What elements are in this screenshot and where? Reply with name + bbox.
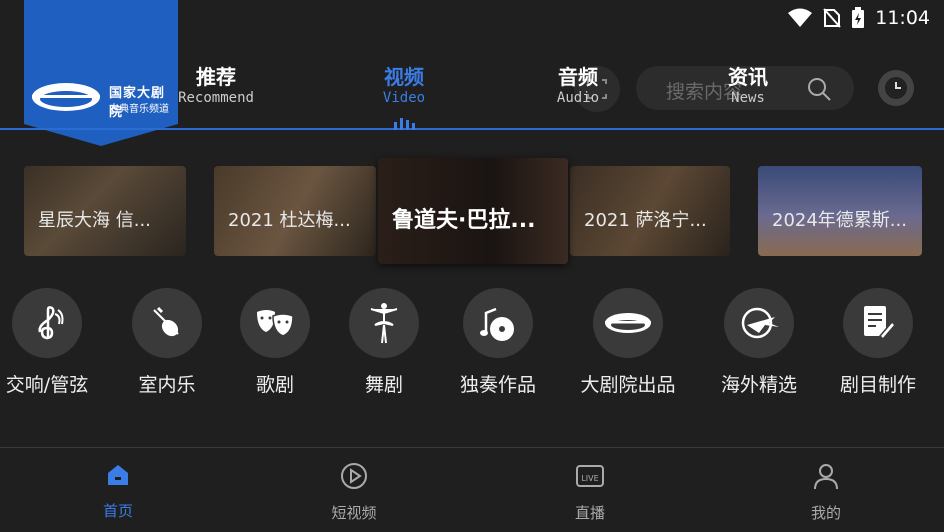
- tab-video[interactable]: 视频 Video: [368, 64, 440, 106]
- battery-charging-icon: [852, 7, 865, 28]
- treble-clef-icon: [38, 306, 64, 340]
- ballerina-icon: [370, 303, 398, 344]
- nav-short-video[interactable]: 短视频: [294, 462, 414, 523]
- tab-recommend-label: 推荐: [196, 65, 236, 89]
- tab-news-label: 资讯: [728, 65, 768, 89]
- banner-caption: 鲁道夫·巴拉...: [392, 208, 536, 233]
- tab-audio-label: 音频: [558, 65, 598, 89]
- nav-live-label: 直播: [574, 504, 605, 522]
- banner-caption: 2021 杜达梅...: [228, 210, 351, 231]
- banner-caption: 2024年德累斯...: [772, 210, 907, 231]
- banner-card[interactable]: 2021 萨洛宁...: [570, 166, 730, 256]
- banner-caption: 2021 萨洛宁...: [584, 210, 707, 231]
- tab-audio-sublabel: Audio: [556, 90, 600, 106]
- category-label: 大剧院出品: [580, 374, 676, 396]
- edit-document-icon: [864, 306, 896, 341]
- category-chamber[interactable]: 室内乐: [112, 288, 222, 397]
- theater-masks-icon: [257, 310, 294, 337]
- ncpa-logo-icon: [605, 313, 651, 333]
- wifi-icon: [788, 8, 813, 27]
- category-dance[interactable]: 舞剧: [329, 288, 439, 397]
- violin-icon: [153, 306, 179, 337]
- tab-recommend-sublabel: Recommend: [178, 90, 254, 106]
- category-ncpa-production[interactable]: 大剧院出品: [573, 288, 683, 397]
- play-circle-icon: [341, 463, 367, 489]
- solo-note-icon: [480, 307, 514, 341]
- category-overseas[interactable]: 海外精选: [704, 288, 814, 397]
- active-tab-indicator-icon: [394, 118, 415, 130]
- nav-live[interactable]: LIVE 直播: [530, 462, 650, 523]
- banner-card[interactable]: 2024年德累斯...: [758, 166, 922, 256]
- category-label: 海外精选: [720, 374, 797, 396]
- nav-short-video-label: 短视频: [331, 504, 377, 522]
- bottom-navigation: 首页 短视频 LIVE 直播 我的: [0, 447, 944, 532]
- tab-news-sublabel: News: [731, 90, 765, 106]
- banner-card[interactable]: 2021 杜达梅...: [214, 166, 376, 256]
- globe-plane-icon: [741, 307, 779, 339]
- nav-home[interactable]: 首页: [58, 462, 178, 521]
- home-icon: [108, 465, 128, 485]
- banner-card[interactable]: 星辰大海 信...: [24, 166, 186, 256]
- tab-recommend[interactable]: 推荐 Recommend: [174, 64, 258, 106]
- clock-icon: [885, 77, 907, 99]
- category-solo[interactable]: 独奏作品: [443, 288, 553, 397]
- nav-profile-label: 我的: [810, 504, 841, 522]
- category-label: 舞剧: [364, 374, 403, 396]
- banner-caption: 星辰大海 信...: [38, 210, 151, 231]
- tab-audio[interactable]: 音频 Audio: [542, 64, 614, 106]
- tab-video-sublabel: Video: [382, 90, 426, 106]
- ncpa-logo[interactable]: 国家大剧院 古典音乐频道: [24, 0, 178, 146]
- svg-text:LIVE: LIVE: [581, 474, 598, 483]
- banner-card-featured[interactable]: 鲁道夫·巴拉...: [378, 158, 568, 264]
- category-label: 交响/管弦: [5, 374, 89, 396]
- category-label: 歌剧: [255, 374, 294, 396]
- nav-profile[interactable]: 我的: [766, 462, 886, 523]
- status-bar: 11:04: [787, 0, 944, 36]
- no-sim-icon: [823, 8, 841, 28]
- clock: 11:04: [875, 7, 930, 29]
- category-opera[interactable]: 歌剧: [220, 288, 330, 397]
- search-icon[interactable]: [806, 76, 832, 102]
- category-label: 室内乐: [138, 374, 196, 396]
- nav-home-label: 首页: [102, 502, 133, 520]
- category-symphony[interactable]: 交响/管弦: [0, 288, 102, 397]
- ncpa-emblem-icon: [32, 83, 100, 111]
- history-button[interactable]: [878, 70, 914, 106]
- tab-video-label: 视频: [384, 65, 424, 89]
- tab-underline: [0, 128, 944, 130]
- person-icon: [814, 464, 838, 490]
- category-label: 独奏作品: [459, 374, 536, 396]
- live-tv-icon: LIVE: [576, 465, 604, 487]
- tab-news[interactable]: 资讯 News: [712, 64, 784, 106]
- category-production[interactable]: 剧目制作: [823, 288, 933, 397]
- logo-subtitle: 古典音乐频道: [109, 104, 169, 115]
- category-label: 剧目制作: [839, 374, 916, 396]
